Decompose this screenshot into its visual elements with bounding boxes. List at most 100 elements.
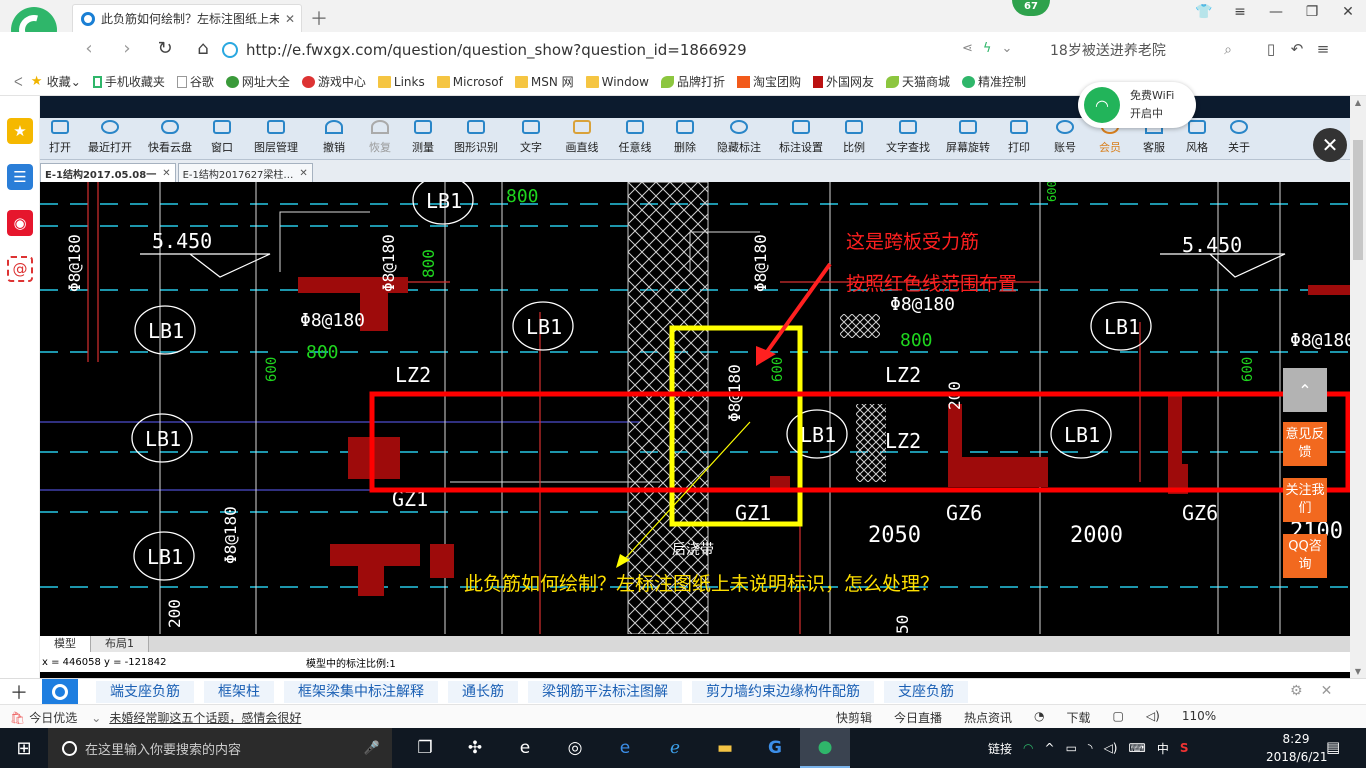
edge-app-icon[interactable]: e	[600, 728, 650, 768]
toolbar-freeline[interactable]: 任意线	[608, 118, 662, 159]
more-icon[interactable]: ≡	[1310, 40, 1336, 58]
scroll-down-icon[interactable]: ▼	[1350, 667, 1366, 676]
restore-button[interactable]: ❐	[1294, 4, 1330, 20]
bookmarks-collapse-icon[interactable]: ᐸ	[14, 75, 23, 89]
start-button[interactable]: ⊞	[0, 728, 48, 768]
sound-icon[interactable]: ◁)	[1146, 709, 1160, 726]
taskbar-clock[interactable]: 8:29 2018/6/21	[1266, 730, 1328, 766]
bookmark-item[interactable]: 精准控制	[962, 73, 1026, 90]
bookmark-item[interactable]: 淘宝团购	[736, 73, 801, 90]
toolbar-line[interactable]: 画直线	[556, 118, 608, 159]
bookmark-folder[interactable]: Links	[377, 75, 425, 89]
share-icon[interactable]: ⋖	[962, 41, 973, 56]
search-icon[interactable]: ⌕	[1224, 42, 1232, 58]
browser-tab-active[interactable]: 此负筋如何绘制？左标注图纸上未 ✕	[72, 4, 302, 32]
toolbar-recognize[interactable]: 图形识别	[446, 118, 506, 159]
close-doc-icon[interactable]: ✕	[162, 168, 170, 179]
toolbar-open[interactable]: 打开	[40, 118, 80, 159]
doc-tab-active[interactable]: E-1结构2017.05.08一 ✕	[40, 163, 176, 182]
mail-icon[interactable]: @	[7, 256, 33, 282]
toolbar-account[interactable]: 账号	[1042, 118, 1088, 159]
internet-explorer-icon[interactable]: ℯ	[650, 728, 700, 768]
related-link[interactable]: 支座负筋	[884, 681, 968, 703]
toolbar-about[interactable]: 关于	[1218, 118, 1260, 159]
pinwheel-app-icon[interactable]: ✣	[450, 728, 500, 768]
browser-app-icon[interactable]: ●	[800, 728, 850, 768]
toolbar-cloud[interactable]: 快看云盘	[140, 118, 200, 159]
related-link[interactable]: 框架柱	[204, 681, 274, 703]
notification-center-icon[interactable]: ▤	[1326, 738, 1340, 756]
battery-icon[interactable]: ▭	[1066, 741, 1077, 755]
settings-icon[interactable]: ⚙	[1290, 683, 1303, 699]
layout-tab-model[interactable]: 模型	[40, 636, 91, 652]
minimize-button[interactable]: —	[1258, 4, 1294, 20]
speed-icon[interactable]: ◔	[1034, 709, 1044, 726]
follow-us-button[interactable]: 关注我们	[1283, 478, 1327, 522]
wifi-icon[interactable]: ◠	[1023, 741, 1033, 755]
close-app-button[interactable]: ✕	[1313, 128, 1347, 162]
window-icon[interactable]: ▢	[1113, 709, 1124, 726]
bookmark-item[interactable]: 外国网友	[812, 73, 874, 90]
toolbar-window[interactable]: 窗口	[200, 118, 244, 159]
toolbar-mark-settings[interactable]: 标注设置	[770, 118, 832, 159]
related-link[interactable]: 通长筋	[448, 681, 518, 703]
toolbar-measure[interactable]: 测量	[400, 118, 446, 159]
bookmark-item[interactable]: 品牌打折	[660, 73, 725, 90]
toolbar-print[interactable]: 打印	[996, 118, 1042, 159]
menu-icon[interactable]: ≡	[1222, 4, 1258, 20]
bookmark-item[interactable]: 手机收藏夹	[92, 73, 165, 90]
phone-icon[interactable]: ▯	[1258, 40, 1284, 58]
toolbar-undo[interactable]: 撤销	[308, 118, 360, 159]
zoom-level[interactable]: 110%	[1182, 709, 1216, 726]
sogou-icon[interactable]: S	[1180, 741, 1189, 755]
bookmark-item[interactable]: 网址大全	[225, 73, 290, 90]
close-doc-icon[interactable]: ✕	[299, 168, 307, 179]
network-icon[interactable]: ◝	[1088, 741, 1093, 755]
back-to-top-button[interactable]: ⌃	[1283, 368, 1327, 412]
toolbar-recent[interactable]: 最近打开	[80, 118, 140, 159]
related-link[interactable]: 框架梁集中标注解释	[284, 681, 438, 703]
expand-icon[interactable]: ⌄	[91, 711, 101, 725]
daily-picks-link[interactable]: 今日优选	[29, 709, 77, 726]
related-link[interactable]: 剪力墙约束边缘构件配筋	[692, 681, 874, 703]
toolbar-redo[interactable]: 恢复	[360, 118, 400, 159]
taskbar-search[interactable]: 在这里输入你要搜索的内容 🎤	[48, 728, 392, 768]
scroll-up-icon[interactable]: ▲	[1350, 98, 1366, 107]
hot-news-link[interactable]: 热点资讯	[964, 709, 1012, 726]
related-link[interactable]: 梁钢筋平法标注图解	[528, 681, 682, 703]
links-toolbar[interactable]: 链接	[988, 740, 1012, 757]
reload-button[interactable]: ↻	[146, 38, 184, 59]
quick-edit-link[interactable]: 快剪辑	[836, 709, 872, 726]
task-view-icon[interactable]: ❐	[400, 728, 450, 768]
layout-tab-layout1[interactable]: 布局1	[91, 636, 149, 652]
related-search-icon[interactable]	[42, 679, 78, 705]
feedback-button[interactable]: 意见反馈	[1283, 422, 1327, 466]
bookmark-item[interactable]: 天猫商城	[885, 73, 950, 90]
forward-button[interactable]: ›	[108, 38, 146, 59]
lightning-icon[interactable]: ϟ	[983, 41, 992, 56]
bookmark-folder[interactable]: Microsof	[436, 75, 503, 89]
free-wifi-popup[interactable]: ◠ 免费WiFi 开启中	[1078, 82, 1196, 128]
close-tab-icon[interactable]: ✕	[279, 12, 301, 26]
dropdown-icon[interactable]: ⌄	[1001, 41, 1012, 56]
headline-link[interactable]: 未婚经常聊这五个话题，感情会很好	[109, 709, 301, 726]
close-icon[interactable]: ✕	[1321, 683, 1333, 699]
scrollbar-thumb[interactable]	[1353, 140, 1363, 260]
undo-icon[interactable]: ↶	[1284, 40, 1310, 58]
bookmark-item[interactable]: 谷歌	[176, 73, 214, 90]
toolbar-layers[interactable]: 图层管理	[244, 118, 308, 159]
toolbar-find-text[interactable]: 文字查找	[876, 118, 940, 159]
toolbar-delete[interactable]: 删除	[662, 118, 708, 159]
toolbar-text[interactable]: 文字	[506, 118, 556, 159]
home-button[interactable]: ⌂	[184, 38, 222, 59]
ie-app-icon[interactable]: e	[500, 728, 550, 768]
bookmark-folder[interactable]: MSN 网	[514, 73, 574, 90]
back-button[interactable]: ‹	[70, 38, 108, 59]
news-icon[interactable]: ☰	[7, 164, 33, 190]
qq-consult-button[interactable]: QQ咨询	[1283, 534, 1327, 578]
new-tab-button[interactable]: ＋	[310, 5, 328, 31]
skin-icon[interactable]: 👕	[1186, 4, 1222, 20]
add-icon[interactable]: ＋	[10, 679, 28, 705]
favorites-star-icon[interactable]: ★	[7, 118, 33, 144]
doc-tab[interactable]: E-1结构2017627梁柱… ✕	[177, 163, 313, 182]
